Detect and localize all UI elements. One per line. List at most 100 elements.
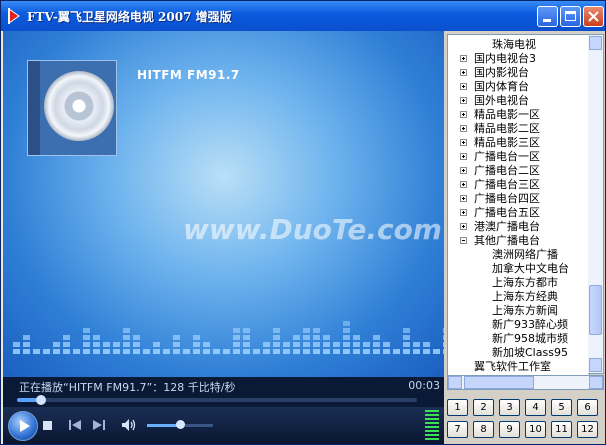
visualizer-bar [193,349,200,354]
channel-number-button[interactable]: 3 [499,399,520,416]
channel-tree-item-label: 新广933醉心频 [492,318,568,331]
visualizer-bar [93,349,100,354]
title-bar[interactable]: FTV-翼飞卫星网络电视 2007 增强版 [1,1,605,31]
visualizer-bar [193,335,200,340]
channel-tree-item[interactable]: 新广933醉心频 [492,318,568,332]
stop-button[interactable] [43,421,52,430]
visualizer-bar [353,349,360,354]
channel-number-button[interactable]: 7 [447,421,468,438]
channel-number-button[interactable]: 1 [447,399,468,416]
tree-horizontal-scrollbar[interactable] [447,375,604,390]
channel-tree-item[interactable]: 澳洲网络广播 [492,248,558,262]
visualizer-bar [253,349,260,354]
expand-plus-icon[interactable] [460,139,467,146]
seek-bar-thumb[interactable] [36,395,46,405]
scroll-down-arrow[interactable] [589,358,602,372]
close-button[interactable] [583,6,604,27]
visualizer-bar [303,335,310,340]
expand-plus-icon[interactable] [460,125,467,132]
channel-number-button[interactable]: 9 [499,421,520,438]
scroll-thumb-horizontal[interactable] [464,376,534,389]
audio-visualizer [13,321,444,354]
visualizer-bar [413,349,420,354]
channel-tree-item[interactable]: 其他广播电台 [460,234,540,248]
channel-tree-item[interactable]: 港澳广播电台 [460,220,540,234]
channel-tree-item-label: 国外电视台 [474,94,529,107]
channel-tree-item[interactable]: 翼飞软件工作室 [474,360,551,374]
play-button[interactable] [8,411,38,441]
collapse-minus-icon[interactable] [460,237,467,244]
channel-tree-item[interactable]: 上海东方新闻 [492,304,558,318]
channel-number-button[interactable]: 12 [577,421,598,438]
channel-tree-item[interactable]: 广播电台四区 [460,192,540,206]
channel-number-pad: 1 2 3 4 5 6 7 8 9 10 11 12 [447,399,603,441]
channel-number-button[interactable]: 6 [577,399,598,416]
channel-number-button[interactable]: 4 [525,399,546,416]
channel-tree-item[interactable]: 精品电影一区 [460,108,540,122]
expand-plus-icon[interactable] [460,195,467,202]
expand-plus-icon[interactable] [460,97,467,104]
channel-tree-item[interactable]: 国内影视台 [460,66,529,80]
channel-number-button[interactable]: 8 [473,421,494,438]
minimize-button[interactable] [537,6,558,27]
seek-bar[interactable] [17,395,417,405]
speaker-icon[interactable] [121,418,137,432]
channel-number-button[interactable]: 10 [525,421,546,438]
channel-tree-item[interactable]: 精品电影二区 [460,122,540,136]
visualizer-bar [373,349,380,354]
expand-plus-icon[interactable] [460,83,467,90]
app-logo-icon [8,8,20,24]
channel-tree-item[interactable]: 加拿大中文电台 [492,262,569,276]
visualizer-bar [43,349,50,354]
channel-tree-item[interactable]: 国内电视台3 [460,52,536,66]
scroll-up-arrow[interactable] [589,36,602,50]
expand-plus-icon[interactable] [460,167,467,174]
visualizer-bar [423,342,430,347]
channel-number-button[interactable]: 5 [551,399,572,416]
channel-tree-item[interactable]: 精品电影三区 [460,136,540,150]
channel-tree-item-label: 翼飞软件工作室 [474,360,551,373]
next-track-button[interactable] [93,419,105,431]
scroll-right-arrow[interactable] [589,376,603,389]
visualizer-bar [123,328,130,333]
channel-tree-item[interactable]: 广播电台一区 [460,150,540,164]
video-area[interactable]: HITFM FM91.7 www.DuoTe.com [3,31,444,377]
expand-plus-icon[interactable] [460,55,467,62]
expand-plus-icon[interactable] [460,153,467,160]
visualizer-bar [63,335,70,340]
tree-vertical-scrollbar[interactable] [588,34,604,374]
channel-tree-item[interactable]: 广播电台三区 [460,178,540,192]
channel-tree-item[interactable]: 广播电台五区 [460,206,540,220]
channel-number-button[interactable]: 2 [473,399,494,416]
visualizer-bar [303,342,310,347]
expand-plus-icon[interactable] [460,209,467,216]
visualizer-bar [313,328,320,333]
channel-tree-item-label: 加拿大中文电台 [492,262,569,275]
visualizer-bar [243,328,250,333]
channel-tree-item[interactable]: 国内体育台 [460,80,529,94]
expand-plus-icon[interactable] [460,181,467,188]
channel-tree-item[interactable]: 广播电台二区 [460,164,540,178]
channel-number-button[interactable]: 11 [551,421,572,438]
volume-slider-thumb[interactable] [176,420,185,429]
channel-tree[interactable]: 珠海电视 国内电视台3 国内影视台 国内体育台 国外电视台 精品电影一区 精品电影二区 精品电… [447,34,590,376]
channel-tree-item[interactable]: 上海东方都市 [492,276,558,290]
volume-slider[interactable] [147,420,213,429]
expand-plus-icon[interactable] [460,69,467,76]
maximize-button[interactable] [560,6,581,27]
visualizer-bar [343,321,350,326]
previous-track-button[interactable] [69,419,81,431]
channel-tree-item[interactable]: 新加坡Class95 [492,346,568,360]
channel-panel: 珠海电视 国内电视台3 国内影视台 国内体育台 国外电视台 精品电影一区 精品电影二区 精品电… [444,31,605,444]
channel-tree-item[interactable]: 珠海电视 [492,38,536,52]
visualizer-bar [13,342,20,347]
channel-tree-item[interactable]: 上海东方经典 [492,290,558,304]
channel-tree-item[interactable]: 国外电视台 [460,94,529,108]
expand-plus-icon[interactable] [460,111,467,118]
scroll-thumb[interactable] [589,285,602,335]
scroll-left-arrow[interactable] [448,376,462,389]
expand-plus-icon[interactable] [460,223,467,230]
visualizer-bar [23,342,30,347]
visualizer-bar [343,349,350,354]
channel-tree-item[interactable]: 新广958城市频 [492,332,568,346]
